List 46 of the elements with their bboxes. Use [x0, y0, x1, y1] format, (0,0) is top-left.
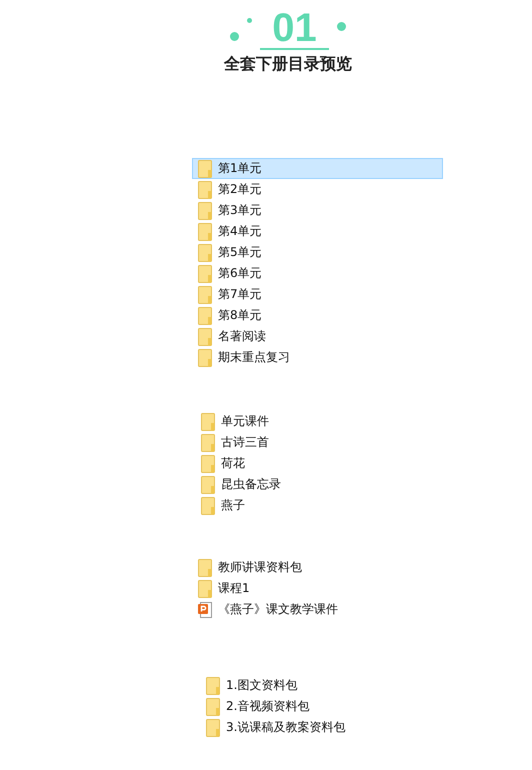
folder-icon — [198, 580, 212, 598]
folder-icon — [198, 328, 212, 346]
section-number: 01 — [260, 8, 329, 50]
folder-icon — [198, 222, 212, 240]
folder-icon — [201, 434, 215, 452]
folder-icon — [198, 202, 212, 220]
folder-icon — [198, 286, 212, 304]
folder-icon — [206, 718, 220, 736]
folder-icon — [201, 454, 215, 472]
folder-icon — [198, 160, 212, 178]
folder-icon — [198, 558, 212, 576]
file-list-item[interactable]: 名著阅读 — [192, 326, 443, 347]
file-list-item[interactable]: 3.说课稿及教案资料包 — [200, 717, 451, 738]
folder-icon — [201, 476, 215, 494]
folder-icon — [206, 676, 220, 694]
folder-icon — [198, 264, 212, 282]
file-list-item[interactable]: 昆虫备忘录 — [195, 474, 446, 495]
file-list-item[interactable]: 第7单元 — [192, 284, 443, 305]
folder-icon — [198, 244, 212, 262]
folder-icon — [206, 698, 220, 716]
section-title: 全套下册目录预览 — [224, 54, 352, 75]
file-list-item[interactable]: 第3单元 — [192, 200, 443, 221]
file-list-item[interactable]: 教师讲课资料包 — [192, 557, 443, 578]
folder-icon — [198, 306, 212, 324]
file-list-item[interactable]: 1.图文资料包 — [200, 675, 451, 696]
file-list-item[interactable]: 第4单元 — [192, 221, 443, 242]
file-list-item[interactable]: 荷花 — [195, 453, 446, 474]
file-list-item[interactable]: 第5单元 — [192, 242, 443, 263]
file-list-item[interactable]: 《燕子》课文教学课件 — [192, 599, 443, 620]
folder-icon — [198, 180, 212, 198]
file-list-item[interactable]: 2.音视频资料包 — [200, 696, 451, 717]
dot-decoration — [247, 18, 252, 22]
file-list-item[interactable]: 期末重点复习 — [192, 347, 443, 368]
file-list-item[interactable]: 燕子 — [195, 495, 446, 516]
file-list-item[interactable]: 第2单元 — [192, 179, 443, 200]
file-list-item[interactable]: 第6单元 — [192, 263, 443, 284]
folder-icon — [198, 348, 212, 366]
slides-file-icon — [198, 600, 212, 618]
file-list-item[interactable]: 古诗三首 — [195, 432, 446, 453]
file-list-item[interactable]: 第1单元 — [192, 158, 443, 179]
file-list-item[interactable]: 单元课件 — [195, 411, 446, 432]
folder-icon — [201, 496, 215, 514]
dot-decoration — [336, 22, 346, 30]
file-list-item[interactable]: 课程1 — [192, 578, 443, 599]
file-list-item[interactable]: 第8单元 — [192, 305, 443, 326]
folder-icon — [201, 412, 215, 430]
